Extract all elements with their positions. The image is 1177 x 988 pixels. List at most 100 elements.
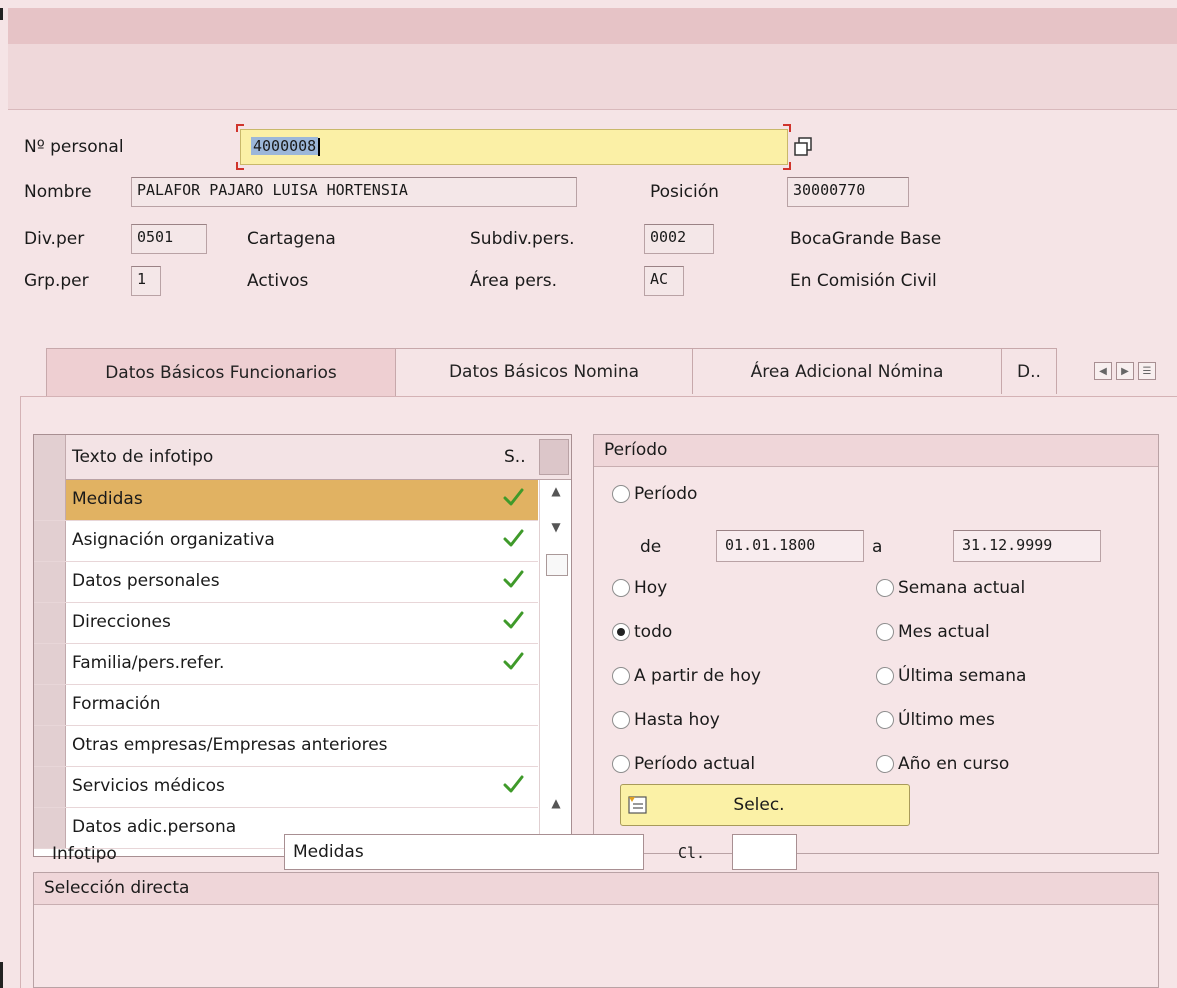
radio-label: todo (634, 622, 673, 642)
focus-corner (783, 162, 791, 170)
select-all-cell[interactable] (34, 435, 66, 480)
check-icon (503, 488, 524, 506)
radio-label: Período (634, 484, 698, 504)
copy-icon[interactable] (792, 136, 814, 158)
scroll-up-arrow-icon[interactable]: ▲ (549, 484, 563, 498)
table-row[interactable]: Familia/pers.refer. (34, 644, 538, 685)
radio-hoy[interactable]: Hoy (612, 578, 667, 598)
divper-label: Div.per (24, 229, 85, 249)
col-header-status[interactable]: S.. (504, 447, 526, 467)
scroll-thumb[interactable] (546, 554, 568, 576)
check-icon (503, 611, 524, 629)
row-selector[interactable] (34, 603, 66, 643)
radio-label: Última semana (898, 666, 1027, 686)
seleccion-directa-title: Selección directa (34, 873, 1158, 905)
table-row[interactable]: Direcciones (34, 603, 538, 644)
de-label: de (640, 537, 662, 557)
nombre-field: PALAFOR PAJARO LUISA HORTENSIA (131, 177, 577, 207)
focus-corner (236, 162, 244, 170)
date-to-field[interactable]: 31.12.9999 (953, 530, 1101, 562)
row-selector[interactable] (34, 480, 66, 520)
tab-more[interactable]: D.. (1001, 348, 1057, 394)
area-text: En Comisión Civil (790, 271, 937, 291)
radio-circle (612, 755, 630, 773)
cl-input[interactable] (732, 834, 797, 870)
infotipo-label: Infotipo (52, 844, 117, 864)
table-row[interactable]: Medidas (34, 480, 538, 521)
row-selector[interactable] (34, 808, 66, 848)
tab-datos-basicos-nomina[interactable]: Datos Básicos Nomina (395, 348, 693, 394)
infotype-name: Medidas (72, 489, 143, 509)
row-selector[interactable] (34, 685, 66, 725)
radio-circle (612, 711, 630, 729)
radio-a-partir-de-hoy[interactable]: A partir de hoy (612, 666, 761, 686)
radio-label: Año en curso (898, 754, 1010, 774)
scroll-up-arrow-icon[interactable]: ▲ (549, 796, 563, 810)
personnel-number-value: 4000008 (251, 137, 319, 155)
table-row[interactable]: Otras empresas/Empresas anteriores (34, 726, 538, 767)
radio-hasta-hoy[interactable]: Hasta hoy (612, 710, 720, 730)
tab-scroll-right-button[interactable]: ▶ (1116, 362, 1134, 380)
radio-circle (876, 623, 894, 641)
radio-circle (612, 485, 630, 503)
tab-label: Datos Básicos Funcionarios (105, 362, 337, 383)
table-row[interactable]: Datos personales (34, 562, 538, 603)
check-icon (503, 775, 524, 793)
tab-scroll-left-button[interactable]: ◀ (1094, 362, 1112, 380)
table-scrollbar[interactable]: ▲ ▼ ▲ ▼ (539, 480, 571, 856)
row-selector[interactable] (34, 562, 66, 602)
radio-label: Período actual (634, 754, 756, 774)
radio-a-o-en-curso[interactable]: Año en curso (876, 754, 1009, 774)
radio-label: Hoy (634, 578, 668, 598)
radio-circle (876, 711, 894, 729)
check-icon (503, 570, 524, 588)
table-row[interactable]: Asignación organizativa (34, 521, 538, 562)
infotype-name: Datos adic.persona (72, 817, 237, 837)
column-config-button[interactable] (539, 439, 569, 475)
radio-label: A partir de hoy (634, 666, 761, 686)
personnel-number-input[interactable]: 4000008 (240, 129, 788, 165)
table-row[interactable]: Formación (34, 685, 538, 726)
tab-area-adicional-nomina[interactable]: Área Adicional Nómina (692, 348, 1002, 394)
tab-list-button[interactable]: ☰ (1138, 362, 1156, 380)
radio-label: Mes actual (898, 622, 990, 642)
posicion-field: 30000770 (787, 177, 909, 207)
title-bar (8, 8, 1177, 44)
radio-periodo[interactable]: Período (612, 484, 697, 504)
periodo-title: Período (594, 435, 1158, 467)
radio--ltimo-mes[interactable]: Último mes (876, 710, 995, 730)
row-selector[interactable] (34, 521, 66, 561)
text-cursor (318, 137, 321, 156)
infotype-name: Formación (72, 694, 161, 714)
row-selector[interactable] (34, 644, 66, 684)
scroll-down-arrow-icon[interactable]: ▼ (549, 520, 563, 534)
focus-corner (783, 124, 791, 132)
table-row[interactable]: Servicios médicos (34, 767, 538, 808)
col-header-text[interactable]: Texto de infotipo (72, 447, 213, 467)
subdiv-field: 0002 (644, 224, 714, 254)
infotype-name: Asignación organizativa (72, 530, 275, 550)
infotipo-input[interactable]: Medidas (284, 834, 644, 870)
select-list-icon (628, 796, 647, 814)
radio-per-odo-actual[interactable]: Período actual (612, 754, 755, 774)
radio-semana-actual[interactable]: Semana actual (876, 578, 1025, 598)
divper-field: 0501 (131, 224, 207, 254)
cl-label: Cl. (678, 844, 706, 862)
radio-mes-actual[interactable]: Mes actual (876, 622, 990, 642)
infotype-name: Otras empresas/Empresas anteriores (72, 735, 388, 755)
tab-label: Área Adicional Nómina (750, 361, 944, 382)
radio-circle (612, 623, 630, 641)
row-selector[interactable] (34, 767, 66, 807)
select-button-label: Selec. (733, 795, 785, 815)
radio-todo[interactable]: todo (612, 622, 672, 642)
check-icon (503, 529, 524, 547)
row-selector[interactable] (34, 726, 66, 766)
select-button[interactable]: Selec. (620, 784, 910, 826)
grpper-label: Grp.per (24, 271, 89, 291)
tab-datos-basicos-funcionarios[interactable]: Datos Básicos Funcionarios (46, 348, 396, 396)
area-label: Área pers. (470, 271, 558, 291)
a-label: a (872, 537, 883, 557)
left-edge-mark (0, 962, 3, 988)
date-from-field[interactable]: 01.01.1800 (716, 530, 864, 562)
radio--ltima-semana[interactable]: Última semana (876, 666, 1026, 686)
